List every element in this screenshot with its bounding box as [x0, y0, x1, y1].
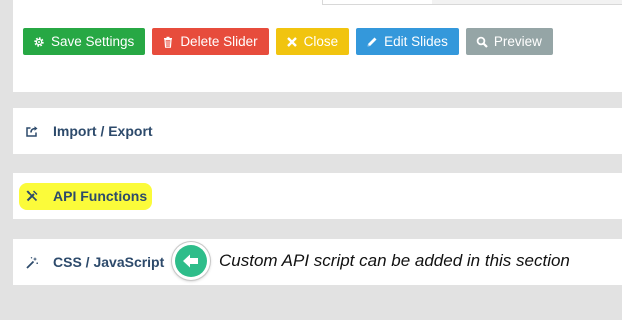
preview-label: Preview [493, 34, 542, 49]
action-toolbar: Save Settings Delete Slider Close Edit S… [23, 28, 553, 55]
delete-slider-button[interactable]: Delete Slider [152, 28, 269, 55]
save-settings-label: Save Settings [51, 34, 135, 49]
annotation-text: Custom API script can be added in this s… [219, 251, 570, 270]
tools-icon [24, 188, 40, 204]
share-export-icon [24, 123, 40, 139]
api-functions-label: API Functions [53, 188, 148, 204]
annotation-arrow-badge [172, 242, 210, 280]
close-label: Close [303, 34, 339, 49]
search-icon [476, 36, 488, 48]
close-button[interactable]: Close [275, 28, 350, 55]
delete-slider-label: Delete Slider [180, 34, 258, 49]
edit-slides-label: Edit Slides [384, 34, 448, 49]
close-icon [286, 36, 298, 48]
save-settings-button[interactable]: Save Settings [23, 28, 146, 55]
arrow-left-icon [175, 245, 207, 277]
magic-wand-icon [24, 255, 40, 271]
import-export-section[interactable]: Import / Export [13, 108, 622, 154]
gear-icon [33, 36, 45, 48]
import-export-label: Import / Export [53, 123, 153, 139]
active-tab[interactable] [322, 0, 432, 5]
api-functions-section[interactable]: API Functions [13, 173, 622, 219]
preview-button[interactable]: Preview [465, 28, 553, 55]
pencil-icon [366, 36, 378, 48]
edit-slides-button[interactable]: Edit Slides [356, 28, 459, 55]
trash-icon [162, 36, 174, 48]
css-javascript-label: CSS / JavaScript [53, 254, 165, 270]
inactive-tab-strip [432, 0, 622, 5]
